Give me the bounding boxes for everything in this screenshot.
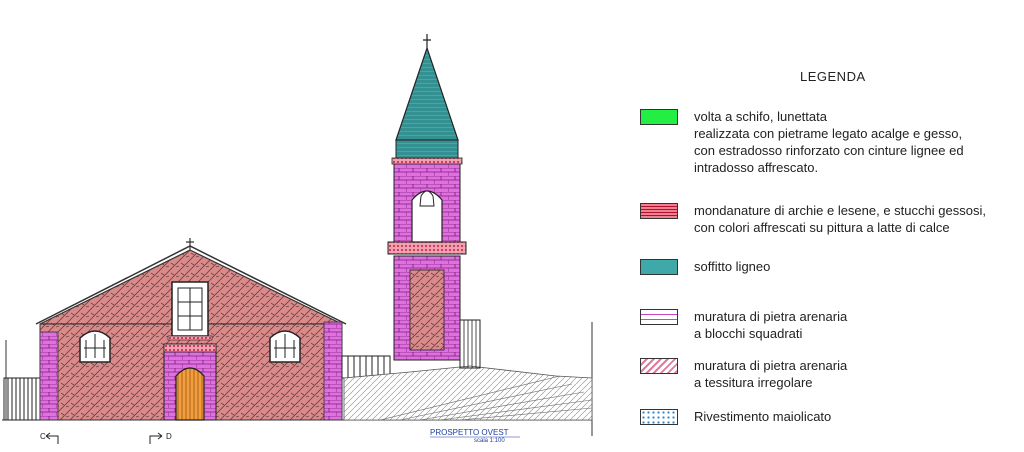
legend-line: realizzata con pietrame legato acalge e … [694, 126, 963, 141]
legend-line: Rivestimento maiolicato [694, 409, 832, 424]
legend-line: a tessitura irregolare [694, 375, 813, 390]
section-marker-c [45, 432, 59, 444]
left-fence [3, 377, 41, 421]
legend-swatch-blocchi [640, 309, 678, 325]
drawing-title: PROSPETTO OVEST [430, 428, 509, 437]
legend-swatch-mondanature [640, 203, 678, 219]
drawing-scale: scala 1:100 [474, 438, 505, 444]
stairs [343, 365, 593, 421]
legend-swatch-volta [640, 109, 678, 125]
legend-line: soffitto ligneo [694, 259, 771, 274]
bell-tower [387, 34, 481, 369]
legend-swatch-maiolica [640, 409, 678, 425]
legend-line: mondanature di archie e lesene, e stucch… [694, 203, 986, 218]
legend-title: LEGENDA [800, 69, 866, 84]
legend-swatch-soffitto [640, 259, 678, 275]
legend-line: a blocchi squadrati [694, 326, 803, 341]
section-label-c: C [40, 432, 46, 441]
legend-line: muratura di pietra arenaria [694, 309, 848, 324]
church-facade [35, 238, 347, 421]
legend-line: volta a schifo, lunettata [694, 109, 827, 124]
legend-line: muratura di pietra arenaria [694, 358, 848, 373]
legend-line: con colori affrescati su pittura a latte… [694, 220, 950, 235]
section-label-d: D [166, 432, 172, 441]
section-marker-d [149, 432, 163, 444]
legend-swatch-irregolare [640, 358, 678, 374]
legend-line: intradosso affrescato. [694, 160, 819, 175]
legend-line: con estradosso rinforzato con cinture li… [694, 143, 964, 158]
